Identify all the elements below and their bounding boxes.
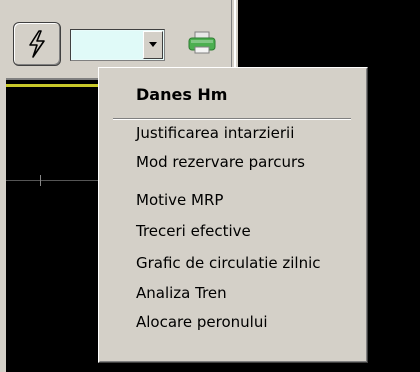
left-gutter [0,0,6,372]
canvas-line [6,180,106,181]
dropdown-arrow-icon [149,42,157,47]
lightning-button[interactable] [13,22,61,66]
app-window: Danes Hm Justificarea intarzierii Mod re… [0,0,420,372]
menu-title: Danes Hm [136,85,228,104]
context-menu: Danes Hm Justificarea intarzierii Mod re… [98,67,368,363]
menu-item-analiza-tren[interactable]: Analiza Tren [136,284,227,302]
menu-item-alocare-peronului[interactable]: Alocare peronului [136,313,268,331]
menu-item-grafic-de-circulatie-zilnic[interactable]: Grafic de circulatie zilnic [136,254,321,272]
printer-button[interactable] [185,26,219,60]
combo-value[interactable] [72,31,144,59]
canvas-tick [40,175,41,186]
menu-item-mod-rezervare-parcurs[interactable]: Mod rezervare parcurs [136,153,305,171]
menu-item-motive-mrp[interactable]: Motive MRP [136,191,223,209]
menu-item-justificarea-intarzierii[interactable]: Justificarea intarzierii [136,124,294,142]
combo-dropdown-button[interactable] [143,31,163,59]
lightning-icon [29,30,45,58]
toolbar-combo[interactable] [70,29,165,61]
menu-item-treceri-efective[interactable]: Treceri efective [136,222,251,240]
menu-separator [113,118,351,120]
printer-icon [188,31,216,54]
